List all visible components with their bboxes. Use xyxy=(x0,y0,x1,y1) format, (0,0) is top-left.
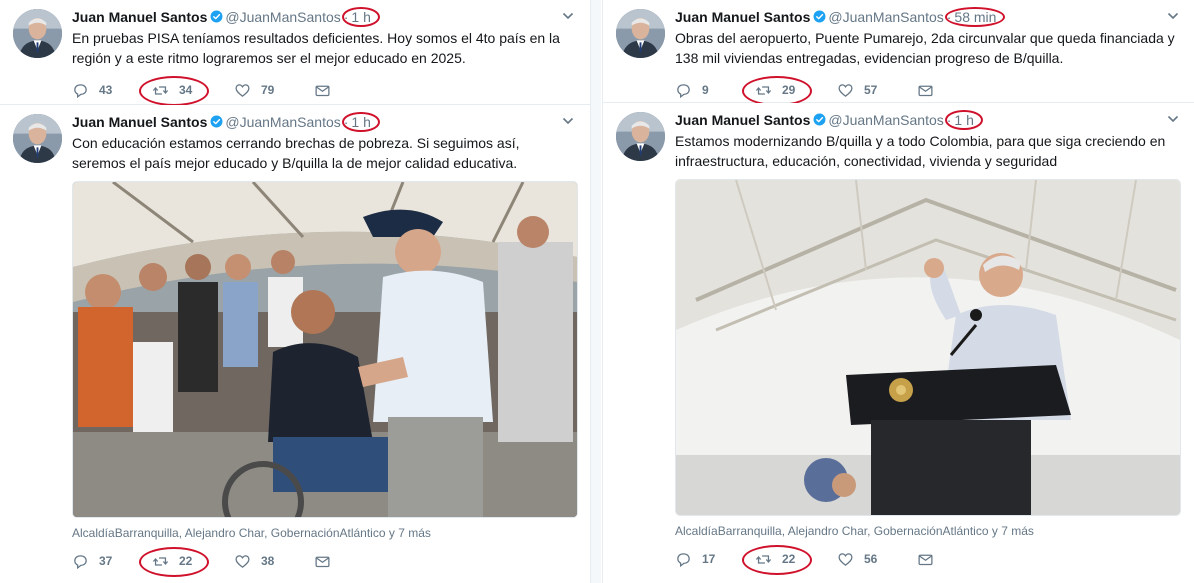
reply-icon xyxy=(675,82,692,99)
retweet-button[interactable]: 22 xyxy=(139,547,590,577)
direct-message-icon xyxy=(917,551,934,568)
tweet-header: Juan Manuel Santos @JuanManSantos · 58 min xyxy=(675,6,1181,28)
retweet-button[interactable]: 34 xyxy=(139,76,590,106)
like-count: 57 xyxy=(864,83,878,97)
annotation-circle xyxy=(342,7,380,27)
direct-message-icon xyxy=(314,82,331,99)
reply-button[interactable]: 9 xyxy=(675,77,709,103)
chevron-down-icon[interactable] xyxy=(1167,113,1179,125)
reply-icon xyxy=(72,82,89,99)
tweet-timestamp[interactable]: 1 h xyxy=(342,7,380,27)
tweet-header: Juan Manuel Santos @JuanManSantos · 1 h xyxy=(675,109,1181,131)
author-handle[interactable]: @JuanManSantos xyxy=(828,9,943,25)
author-name[interactable]: Juan Manuel Santos xyxy=(675,9,810,25)
tagged-users[interactable]: AlcaldíaBarranquilla, Alejandro Char, Go… xyxy=(675,522,1181,540)
author-name[interactable]: Juan Manuel Santos xyxy=(72,9,207,25)
reply-button[interactable]: 37 xyxy=(72,548,112,574)
like-icon xyxy=(837,551,854,568)
timeline-left: Juan Manuel Santos @JuanManSantos · 1 h En … xyxy=(0,0,591,583)
photo-podium-speech xyxy=(676,180,1180,515)
author-name[interactable]: Juan Manuel Santos xyxy=(72,114,207,130)
annotation-circle xyxy=(742,545,812,575)
author-handle[interactable]: @JuanManSantos xyxy=(225,9,340,25)
verified-badge-icon xyxy=(813,113,826,126)
reply-count: 37 xyxy=(99,554,113,568)
retweet-button[interactable]: 22 xyxy=(742,545,1194,575)
direct-message-icon xyxy=(917,82,934,99)
tweet-text: Estamos modernizando B/quilla y a todo C… xyxy=(675,133,1166,169)
tweet[interactable]: Juan Manuel Santos @JuanManSantos · 1 h Con… xyxy=(0,105,590,583)
tweet-text: Con educación estamos cerrando brechas d… xyxy=(72,135,520,171)
tweet-actions: 37 22 38 xyxy=(72,547,576,577)
tweet-header: Juan Manuel Santos @JuanManSantos · 1 h xyxy=(72,111,576,133)
author-handle[interactable]: @JuanManSantos xyxy=(225,114,340,130)
avatar[interactable] xyxy=(13,114,62,163)
tweet-photo[interactable] xyxy=(72,181,578,518)
annotation-circle xyxy=(139,547,209,577)
retweet-button[interactable]: 29 xyxy=(742,76,1194,106)
chevron-down-icon[interactable] xyxy=(562,115,574,127)
tweet[interactable]: Juan Manuel Santos @JuanManSantos · 1 h Est… xyxy=(603,103,1194,583)
verified-badge-icon xyxy=(210,115,223,128)
reply-icon xyxy=(72,553,89,570)
tweet-text: Obras del aeropuerto, Puente Pumarejo, 2… xyxy=(675,30,1175,66)
chevron-down-icon[interactable] xyxy=(562,10,574,22)
like-button[interactable]: 38 xyxy=(234,548,274,574)
avatar[interactable] xyxy=(616,9,665,58)
tweet-actions: 9 29 57 xyxy=(675,76,1181,106)
reply-button[interactable]: 17 xyxy=(675,546,715,572)
tweet[interactable]: Juan Manuel Santos @JuanManSantos · 58 min … xyxy=(603,0,1194,106)
like-icon xyxy=(234,553,251,570)
direct-message-button[interactable] xyxy=(314,77,331,103)
photo-event-handshake xyxy=(73,182,577,517)
annotation-circle xyxy=(342,112,380,132)
reply-icon xyxy=(675,551,692,568)
author-handle[interactable]: @JuanManSantos xyxy=(828,112,943,128)
reply-count: 43 xyxy=(99,83,113,97)
like-button[interactable]: 79 xyxy=(234,77,274,103)
annotation-circle xyxy=(945,110,983,130)
like-button[interactable]: 56 xyxy=(837,546,877,572)
like-button[interactable]: 57 xyxy=(837,77,877,103)
avatar[interactable] xyxy=(616,112,665,161)
like-count: 56 xyxy=(864,552,878,566)
reply-button[interactable]: 43 xyxy=(72,77,112,103)
tweet-timestamp[interactable]: 58 min xyxy=(945,7,1006,27)
tweet-header: Juan Manuel Santos @JuanManSantos · 1 h xyxy=(72,6,576,28)
annotation-circle xyxy=(742,76,812,106)
tweet-photo[interactable] xyxy=(675,179,1181,516)
tagged-users[interactable]: AlcaldíaBarranquilla, Alejandro Char, Go… xyxy=(72,524,576,542)
chevron-down-icon[interactable] xyxy=(1167,10,1179,22)
annotation-circle xyxy=(139,76,209,106)
direct-message-icon xyxy=(314,553,331,570)
like-icon xyxy=(234,82,251,99)
column-gap xyxy=(591,0,601,583)
tweet[interactable]: Juan Manuel Santos @JuanManSantos · 1 h En … xyxy=(0,0,590,106)
reply-count: 9 xyxy=(702,83,709,97)
author-name[interactable]: Juan Manuel Santos xyxy=(675,112,810,128)
tweet-actions: 17 22 56 xyxy=(675,545,1181,575)
tweet-actions: 43 34 79 xyxy=(72,76,576,106)
verified-badge-icon xyxy=(210,10,223,23)
like-count: 79 xyxy=(261,83,275,97)
verified-badge-icon xyxy=(813,10,826,23)
tweet-text: En pruebas PISA teníamos resultados defi… xyxy=(72,30,560,66)
direct-message-button[interactable] xyxy=(917,77,934,103)
like-count: 38 xyxy=(261,554,275,568)
tweet-timestamp[interactable]: 1 h xyxy=(342,112,380,132)
like-icon xyxy=(837,82,854,99)
reply-count: 17 xyxy=(702,552,716,566)
direct-message-button[interactable] xyxy=(917,546,934,572)
timeline-right: Juan Manuel Santos @JuanManSantos · 58 min … xyxy=(602,0,1194,583)
avatar[interactable] xyxy=(13,9,62,58)
tweet-timestamp[interactable]: 1 h xyxy=(945,110,983,130)
direct-message-button[interactable] xyxy=(314,548,331,574)
